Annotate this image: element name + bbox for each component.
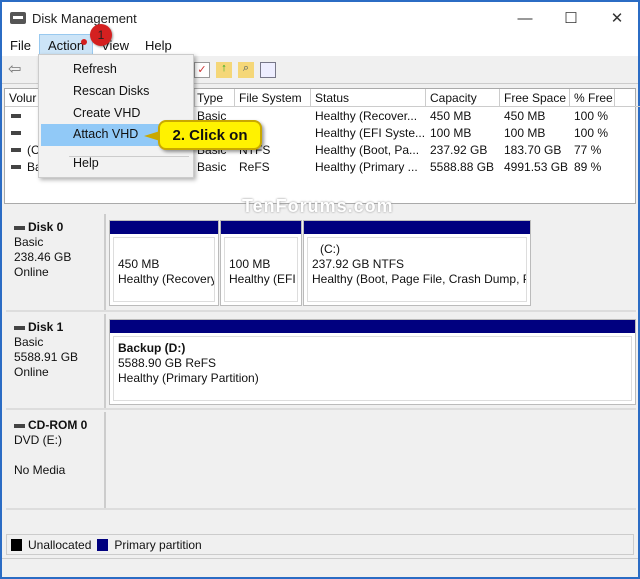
column-header-file-system[interactable]: File System (235, 89, 311, 107)
disk-name: Disk 0 (28, 220, 64, 234)
action-menu-dropdown: Refresh Rescan Disks Create VHD Attach V… (38, 54, 194, 178)
cell-pct[interactable]: 100 % (570, 108, 612, 125)
cell-status[interactable]: Healthy (Recover... (311, 108, 421, 125)
cell-capacity[interactable]: 450 MB (426, 108, 475, 125)
partition-size: 450 MB (118, 257, 160, 271)
cell-capacity[interactable]: 100 MB (426, 125, 475, 142)
disk-0-row: Disk 0 Basic 238.46 GB Online 450 MB Heal… (6, 214, 636, 312)
menu-file[interactable]: File (2, 35, 39, 56)
disk-name: CD-ROM 0 (28, 418, 88, 432)
step-2-callout: 2. Click on (144, 120, 262, 150)
unallocated-swatch (11, 538, 22, 551)
window-title: Disk Management (32, 10, 137, 26)
primary-partition-bar (110, 320, 635, 333)
primary-partition-swatch (97, 538, 109, 551)
cell-free[interactable]: 4991.53 GB (500, 159, 572, 176)
disk-management-icon (10, 12, 26, 24)
disk-1-label[interactable]: Disk 1 Basic 5588.91 GB Online (6, 314, 106, 408)
cell-free[interactable]: 183.70 GB (500, 142, 565, 159)
partition-label: Backup (D:) (118, 341, 186, 355)
disk-state: No Media (14, 463, 66, 477)
properties-check-icon[interactable]: ✓ (194, 62, 210, 78)
disk-name: Disk 1 (28, 320, 64, 334)
folder-search-icon[interactable]: ⌕ (238, 62, 254, 78)
cell-status[interactable]: Healthy (Primary ... (311, 159, 422, 176)
cell-status[interactable]: Healthy (Boot, Pa... (311, 142, 423, 159)
menu-item-refresh[interactable]: Refresh (41, 59, 191, 81)
view-list-icon[interactable] (260, 62, 276, 78)
disk-icon (14, 325, 25, 330)
primary-partition-bar (221, 221, 301, 234)
cell-free[interactable]: 100 MB (500, 125, 549, 142)
partition-size: 100 MB (229, 257, 271, 271)
disk-type: Basic (14, 335, 44, 349)
partition-size: 237.92 GB NTFS (312, 257, 405, 271)
cell-fs[interactable]: ReFS (235, 159, 274, 176)
cell-pct[interactable]: 77 % (570, 142, 605, 159)
cell-type[interactable]: Basic (193, 159, 230, 176)
volume-icon (11, 114, 21, 118)
close-button[interactable]: ✕ (594, 2, 640, 34)
partition-label (118, 242, 210, 257)
partition-label: (C:) (320, 242, 340, 256)
disk-size: 238.46 GB (14, 250, 72, 264)
partition-backup-d[interactable]: Backup (D:) 5588.90 GB ReFS Healthy (Prima… (109, 319, 636, 405)
cdrom-0-label[interactable]: CD-ROM 0 DVD (E:) No Media (6, 412, 106, 508)
menu-help[interactable]: Help (137, 35, 180, 56)
column-header-empty (615, 89, 640, 107)
disk-1-row: Disk 1 Basic 5588.91 GB Online Backup (D… (6, 314, 636, 410)
partition-status: Healthy (Boot, Page File, Crash Dump, P (312, 272, 527, 286)
column-header-percent-free[interactable]: % Free (570, 89, 615, 107)
disk-size: 5588.91 GB (14, 350, 79, 364)
menu-item-help[interactable]: Help (41, 153, 191, 175)
cdrom-0-row: CD-ROM 0 DVD (E:) No Media (6, 412, 636, 510)
column-header-status[interactable]: Status (311, 89, 426, 107)
cdrom-icon (14, 423, 25, 428)
partition-recovery[interactable]: 450 MB Healthy (Recovery (109, 220, 219, 306)
cell-capacity[interactable]: 237.92 GB (426, 142, 491, 159)
legend-primary-partition: Primary partition (114, 537, 202, 552)
menu-item-rescan-disks[interactable]: Rescan Disks (41, 81, 191, 103)
partition-label (229, 242, 293, 257)
partition-size: 5588.90 GB ReFS (118, 356, 217, 370)
cell-pct[interactable]: 89 % (570, 159, 605, 176)
status-bar (2, 558, 638, 579)
maximize-button[interactable]: ☐ (548, 2, 594, 34)
volume-icon (11, 165, 21, 169)
step-1-badge: 1 (90, 24, 112, 46)
folder-up-icon[interactable]: ↑ (216, 62, 232, 78)
back-icon[interactable]: ⇦ (8, 59, 24, 78)
legend: Unallocated Primary partition (6, 534, 634, 555)
cell-volume[interactable] (23, 125, 31, 142)
primary-partition-bar (110, 221, 218, 234)
cell-pct[interactable]: 100 % (570, 125, 612, 142)
legend-unallocated: Unallocated (28, 537, 92, 552)
step-1-pointer (81, 39, 87, 45)
primary-partition-bar (304, 221, 530, 234)
disk-icon (14, 225, 25, 230)
cell-status[interactable]: Healthy (EFI Syste... (311, 125, 429, 142)
volume-icon (11, 148, 21, 152)
partition-status: Healthy (Recovery (118, 272, 215, 286)
disk-type: Basic (14, 235, 44, 249)
column-header-capacity[interactable]: Capacity (426, 89, 500, 107)
partition-c[interactable]: (C:) 237.92 GB NTFS Healthy (Boot, Page Fi… (303, 220, 531, 306)
partition-status: Healthy (Primary Partition) (118, 371, 259, 385)
cell-capacity[interactable]: 5588.88 GB (426, 159, 498, 176)
column-header-type[interactable]: Type (193, 89, 235, 107)
disk-type: DVD (E:) (14, 433, 62, 447)
cell-free[interactable]: 450 MB (500, 108, 549, 125)
disk-state: Online (14, 265, 49, 279)
disk-0-label[interactable]: Disk 0 Basic 238.46 GB Online (6, 214, 106, 310)
partition-efi[interactable]: 100 MBHealthy (EFI S (220, 220, 302, 306)
minimize-button[interactable]: — (502, 2, 548, 34)
volume-icon (11, 131, 21, 135)
disk-state: Online (14, 365, 49, 379)
partition-status: Healthy (EFI S (229, 272, 297, 286)
column-header-free-space[interactable]: Free Space (500, 89, 570, 107)
cell-volume[interactable] (23, 108, 31, 125)
